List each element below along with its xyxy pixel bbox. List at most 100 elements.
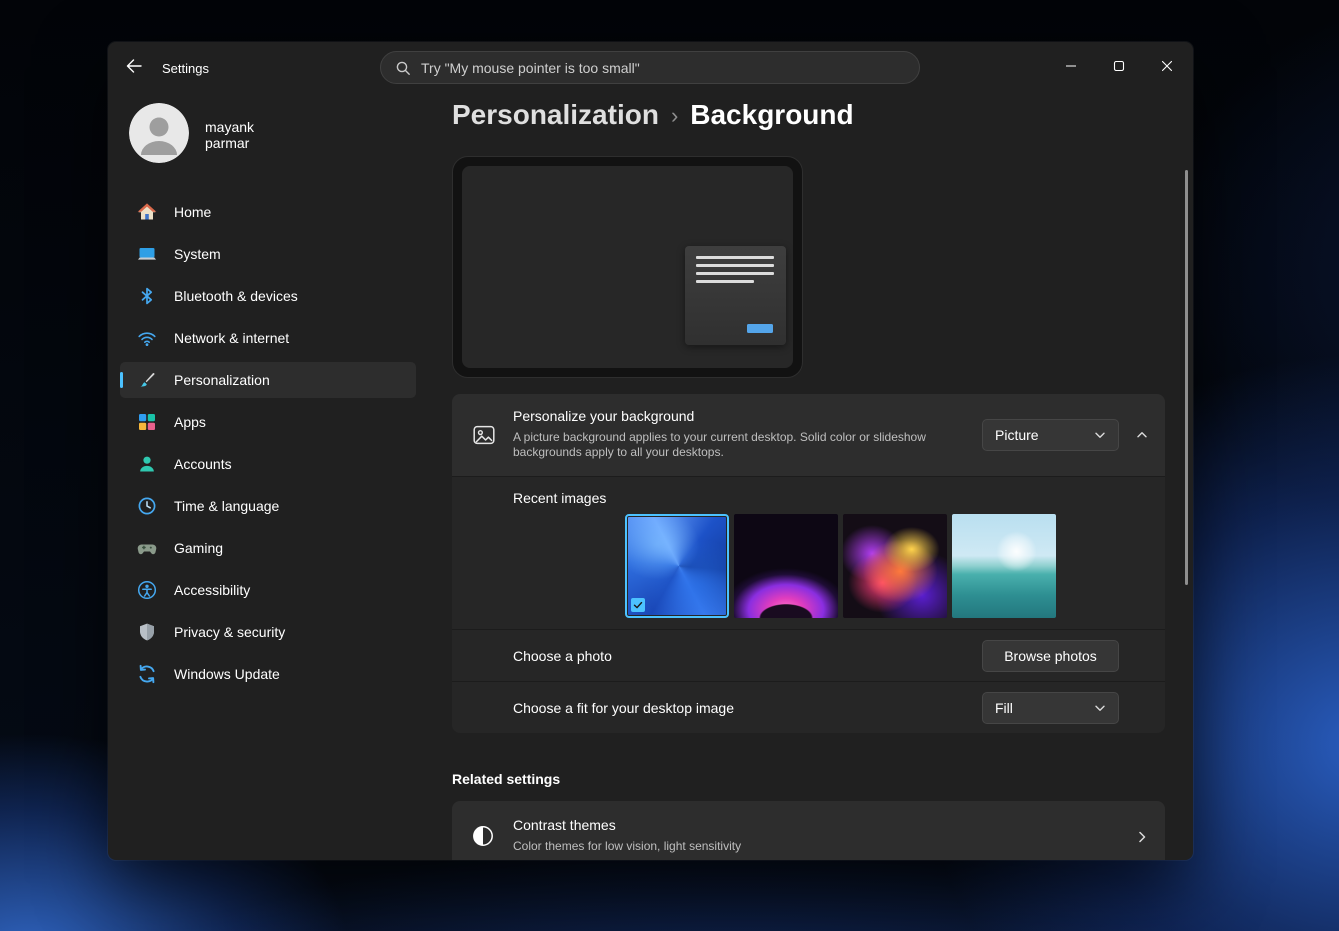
sidebar-item-bluetooth-devices[interactable]: Bluetooth & devices <box>120 278 416 314</box>
setting-title: Personalize your background <box>513 408 694 424</box>
recent-images-row <box>625 514 1056 618</box>
time-icon <box>137 496 157 516</box>
preview-text-line <box>696 264 774 267</box>
contrast-icon <box>472 825 494 847</box>
sidebar-item-label: Personalization <box>174 372 270 388</box>
browse-photos-button[interactable]: Browse photos <box>982 640 1119 672</box>
sidebar-item-home[interactable]: Home <box>120 194 416 230</box>
thumbnail-image <box>734 514 838 618</box>
system-icon <box>137 244 157 264</box>
maximize-button[interactable] <box>1107 57 1131 77</box>
choose-photo-label: Choose a photo <box>513 648 612 664</box>
setting-description: A picture background applies to your cur… <box>513 430 971 460</box>
background-type-dropdown[interactable]: Picture <box>982 419 1119 451</box>
search-box[interactable] <box>380 51 920 84</box>
sidebar-item-label: Accessibility <box>174 582 250 598</box>
recent-images-section: Recent images <box>452 476 1165 629</box>
sidebar-item-label: Gaming <box>174 540 223 556</box>
picture-icon <box>472 423 496 447</box>
update-icon <box>137 664 157 684</box>
breadcrumb: Personalization › Background <box>452 99 854 131</box>
sidebar-item-windows-update[interactable]: Windows Update <box>120 656 416 692</box>
chevron-up-icon[interactable] <box>1134 427 1150 443</box>
apps-icon <box>137 412 157 432</box>
desktop-wallpaper: Settings <box>0 0 1339 931</box>
maximize-icon <box>1113 60 1125 75</box>
thumbnail-windows-bloom-blue[interactable] <box>625 514 729 618</box>
dropdown-value: Fill <box>995 700 1013 716</box>
sidebar-item-accessibility[interactable]: Accessibility <box>120 572 416 608</box>
thumbnail-image <box>843 514 947 618</box>
bluetooth-icon <box>137 286 157 306</box>
sidebar-item-label: Bluetooth & devices <box>174 288 298 304</box>
avatar <box>129 103 189 163</box>
preview-text-line <box>696 272 774 275</box>
accounts-icon <box>137 454 157 474</box>
fit-dropdown[interactable]: Fill <box>982 692 1119 724</box>
window-controls <box>1059 57 1179 77</box>
sidebar-item-label: Time & language <box>174 498 279 514</box>
sidebar-item-gaming[interactable]: Gaming <box>120 530 416 566</box>
related-settings-heading: Related settings <box>452 771 560 787</box>
sidebar-item-label: Privacy & security <box>174 624 285 640</box>
sidebar-item-accounts[interactable]: Accounts <box>120 446 416 482</box>
personalization-icon <box>137 370 157 390</box>
sidebar-item-system[interactable]: System <box>120 236 416 272</box>
choose-photo-row: Choose a photo Browse photos <box>452 629 1165 681</box>
accessibility-icon <box>137 580 157 600</box>
recent-images-label: Recent images <box>513 490 606 506</box>
background-preview-monitor <box>452 156 803 378</box>
settings-window: Settings <box>108 42 1193 860</box>
sidebar-item-privacy-security[interactable]: Privacy & security <box>120 614 416 650</box>
app-title: Settings <box>162 61 209 76</box>
gaming-icon <box>137 538 157 558</box>
choose-fit-label: Choose a fit for your desktop image <box>513 700 734 716</box>
search-input[interactable] <box>421 60 905 76</box>
sidebar-item-label: System <box>174 246 221 262</box>
breadcrumb-separator-icon: › <box>671 101 678 129</box>
background-settings-group: Personalize your background A picture ba… <box>452 394 1165 733</box>
thumbnail-image <box>952 514 1056 618</box>
minimize-icon <box>1065 60 1077 75</box>
page-title: Background <box>690 99 853 131</box>
vertical-scrollbar[interactable] <box>1185 170 1188 585</box>
selected-check-icon <box>631 598 645 612</box>
contrast-themes-card[interactable]: Contrast themes Color themes for low vis… <box>452 801 1165 860</box>
contrast-themes-title: Contrast themes <box>513 817 616 833</box>
close-icon <box>1161 60 1173 75</box>
network-icon <box>137 328 157 348</box>
minimize-button[interactable] <box>1059 57 1083 77</box>
sidebar-item-label: Windows Update <box>174 666 280 682</box>
chevron-down-icon <box>1094 429 1106 441</box>
chevron-right-icon <box>1135 830 1149 849</box>
back-arrow-icon <box>126 58 142 77</box>
close-button[interactable] <box>1155 57 1179 77</box>
thumbnail-colorful-abstract-ribbon[interactable] <box>843 514 947 618</box>
sidebar-item-label: Apps <box>174 414 206 430</box>
sidebar-item-apps[interactable]: Apps <box>120 404 416 440</box>
choose-fit-row: Choose a fit for your desktop image Fill <box>452 681 1165 733</box>
sidebar-item-network-internet[interactable]: Network & internet <box>120 320 416 356</box>
personalize-background-expander[interactable]: Personalize your background A picture ba… <box>452 394 1165 476</box>
breadcrumb-parent[interactable]: Personalization <box>452 99 659 131</box>
sidebar-item-label: Network & internet <box>174 330 289 346</box>
preview-text-line <box>696 280 754 283</box>
thumbnail-sea-horizon-sun[interactable] <box>952 514 1056 618</box>
privacy-icon <box>137 622 157 642</box>
thumbnail-dark-pink-glow[interactable] <box>734 514 838 618</box>
search-icon <box>395 60 411 76</box>
preview-text-line <box>696 256 774 259</box>
home-icon <box>137 202 157 222</box>
preview-accent-button <box>747 324 773 333</box>
sidebar-item-label: Accounts <box>174 456 232 472</box>
dropdown-value: Picture <box>995 427 1039 443</box>
sidebar-item-personalization[interactable]: Personalization <box>120 362 416 398</box>
chevron-down-icon <box>1094 702 1106 714</box>
user-name: mayank parmar <box>205 119 254 151</box>
preview-sample-window <box>685 246 786 345</box>
sidebar-item-label: Home <box>174 204 211 220</box>
back-button[interactable] <box>120 53 148 81</box>
sidebar-item-time-language[interactable]: Time & language <box>120 488 416 524</box>
preview-screen <box>462 166 793 368</box>
sidebar-nav: Home System Bluetooth & devices Network … <box>120 194 416 698</box>
